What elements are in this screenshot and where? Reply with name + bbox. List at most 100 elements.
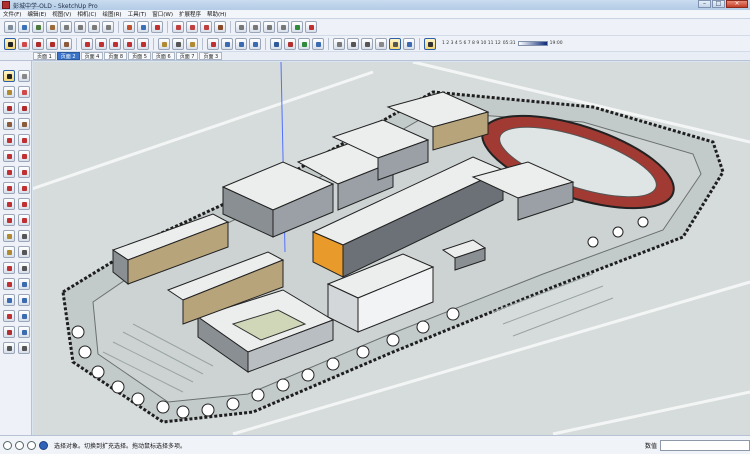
instructor-info-icon[interactable] [39, 440, 48, 450]
scene-tab[interactable]: 页面 8 [104, 52, 128, 60]
dimension-icon[interactable] [18, 230, 30, 242]
paint-bucket-icon[interactable] [186, 37, 198, 50]
scale-icon[interactable] [3, 214, 15, 226]
rectangle-icon[interactable] [3, 118, 15, 130]
paste-icon[interactable] [151, 21, 163, 33]
make-component-icon[interactable] [18, 70, 30, 82]
intersect-icon[interactable] [214, 21, 226, 33]
open-file-icon[interactable] [18, 21, 30, 33]
dimension-icon[interactable] [172, 37, 184, 50]
push-pull-tool-icon[interactable] [123, 37, 135, 50]
protractor-icon[interactable] [3, 246, 15, 258]
menu-window[interactable]: 窗口(W) [149, 10, 176, 18]
zoom-window-icon[interactable] [18, 294, 30, 306]
styles-icon[interactable] [298, 37, 310, 50]
select-arrow-icon[interactable] [4, 37, 16, 50]
line-pencil-icon[interactable] [32, 37, 44, 50]
minimize-button[interactable]: – [698, 0, 711, 8]
copy-icon[interactable] [137, 21, 149, 33]
rectangle-icon[interactable] [60, 37, 72, 50]
look-around-icon[interactable] [18, 326, 30, 338]
menu-edit[interactable]: 编辑(E) [24, 10, 49, 18]
line-icon[interactable] [3, 102, 15, 114]
two-point-arc-icon[interactable] [18, 150, 30, 162]
three-point-arc-icon[interactable] [3, 166, 15, 178]
pie-icon[interactable] [18, 166, 30, 178]
rotated-rectangle-icon[interactable] [18, 118, 30, 130]
scene-tab-active[interactable]: 页面 2 [56, 52, 80, 60]
3d-text-icon[interactable] [18, 262, 30, 274]
tape-measure-icon[interactable] [3, 230, 15, 242]
push-pull-icon[interactable] [172, 21, 184, 33]
circle-icon[interactable] [3, 134, 15, 146]
walk-icon[interactable] [3, 342, 15, 354]
measurements-input[interactable] [660, 439, 750, 451]
menu-file[interactable]: 文件(F) [0, 10, 24, 18]
select-icon[interactable] [3, 70, 15, 82]
pan-icon[interactable] [221, 37, 233, 50]
previous-view-icon[interactable] [18, 310, 30, 322]
tape-measure-icon[interactable] [158, 37, 170, 50]
follow-me-icon[interactable] [186, 21, 198, 33]
menu-draw[interactable]: 绘图(R) [99, 10, 124, 18]
credits-icon[interactable] [15, 440, 24, 450]
xray-icon[interactable] [333, 37, 345, 50]
monochrome-icon[interactable] [403, 37, 415, 50]
scene-tab[interactable]: 页面 6 [151, 52, 175, 60]
section-cut-icon[interactable] [263, 21, 275, 33]
maximize-button[interactable]: □ [712, 0, 725, 8]
home-view-icon[interactable] [32, 21, 44, 33]
arc-icon[interactable] [3, 150, 15, 162]
month-scale[interactable]: 1 2 3 4 5 6 7 8 9 10 11 12 [442, 41, 501, 46]
section-plane-icon[interactable] [18, 342, 30, 354]
new-file-icon[interactable] [4, 21, 16, 33]
extension-warehouse-icon[interactable] [305, 21, 317, 33]
orbit-icon[interactable] [207, 37, 219, 50]
warehouse-icon[interactable] [291, 21, 303, 33]
section-plane-icon[interactable] [235, 21, 247, 33]
offset-icon[interactable] [200, 21, 212, 33]
component-icon[interactable] [270, 37, 282, 50]
freehand-icon[interactable] [18, 102, 30, 114]
menu-view[interactable]: 视图(V) [49, 10, 74, 18]
orbit-icon[interactable] [3, 278, 15, 290]
axes-icon[interactable] [3, 262, 15, 274]
menu-extensions[interactable]: 扩展程序 [176, 10, 204, 18]
scene-tab[interactable]: 页面 1 [33, 52, 56, 60]
section-display-icon[interactable] [249, 21, 261, 33]
scale-icon[interactable] [109, 37, 121, 50]
left-view-icon[interactable] [102, 21, 114, 33]
eraser-icon[interactable] [18, 86, 30, 98]
paint-icon[interactable] [3, 86, 15, 98]
zoom-icon[interactable] [235, 37, 247, 50]
section-fill-icon[interactable] [277, 21, 289, 33]
right-view-icon[interactable] [74, 21, 86, 33]
shadows-toggle-icon[interactable] [424, 37, 436, 50]
push-pull-icon[interactable] [18, 182, 30, 194]
scene-tab[interactable]: 页面 5 [128, 52, 151, 60]
offset-icon[interactable] [18, 214, 30, 226]
rotate-icon[interactable] [95, 37, 107, 50]
box-icon[interactable] [46, 21, 58, 33]
shaded-textures-icon[interactable] [389, 37, 401, 50]
eraser-icon[interactable] [18, 37, 30, 50]
shaded-icon[interactable] [375, 37, 387, 50]
wireframe-icon[interactable] [347, 37, 359, 50]
zoom-extents-icon[interactable] [3, 310, 15, 322]
back-view-icon[interactable] [88, 21, 100, 33]
cut-icon[interactable] [123, 21, 135, 33]
zoom-icon[interactable] [3, 294, 15, 306]
close-button[interactable]: × [726, 0, 748, 8]
hidden-line-icon[interactable] [361, 37, 373, 50]
follow-me-tool-icon[interactable] [137, 37, 149, 50]
polygon-icon[interactable] [18, 134, 30, 146]
scene-tab[interactable]: 页面 3 [199, 52, 223, 60]
follow-me-icon[interactable] [18, 198, 30, 210]
time-slider[interactable] [517, 41, 548, 46]
rotate-icon[interactable] [3, 198, 15, 210]
geolocation-icon[interactable] [3, 440, 12, 450]
text-icon[interactable] [18, 246, 30, 258]
pan-icon[interactable] [18, 278, 30, 290]
layers-icon[interactable] [312, 37, 324, 50]
user-icon[interactable] [27, 440, 36, 450]
